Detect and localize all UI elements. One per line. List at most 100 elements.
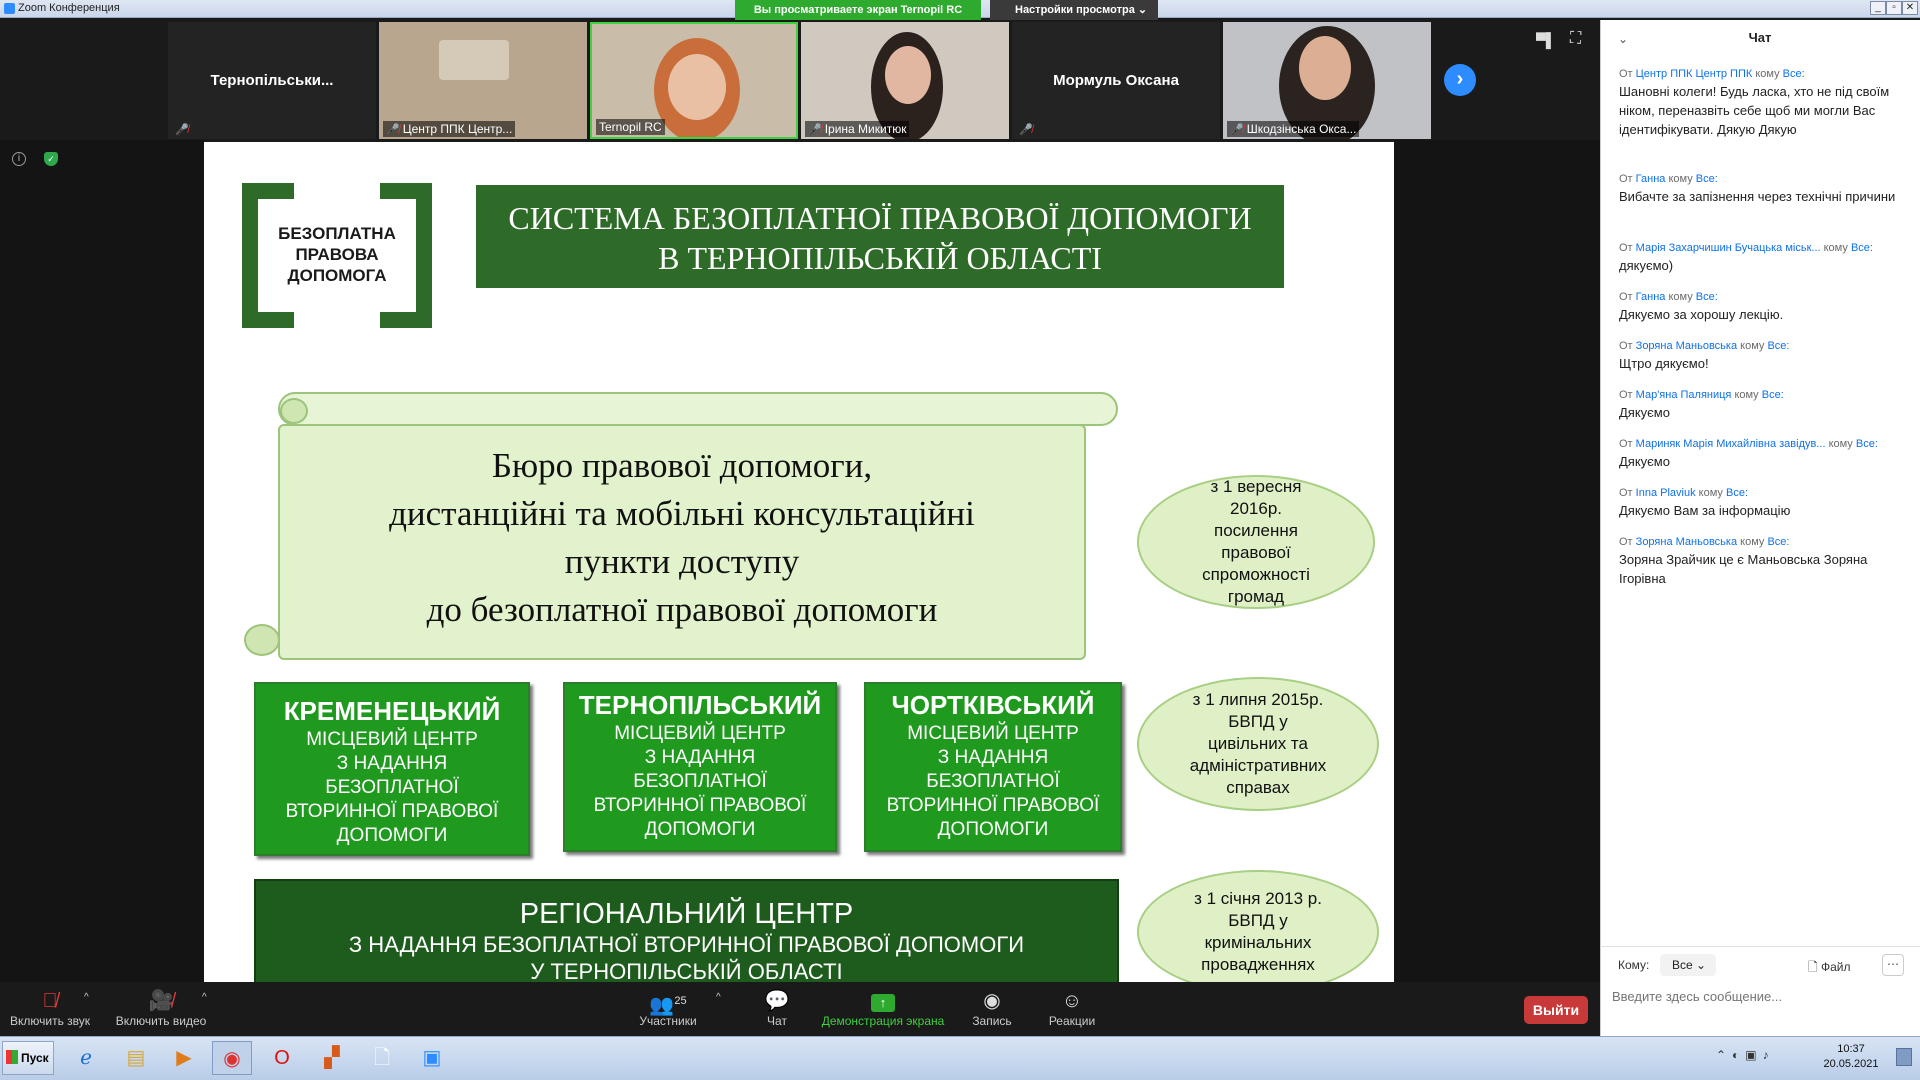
chevron-up-icon[interactable]: ^ xyxy=(84,992,89,1003)
close-button[interactable]: ✕ xyxy=(1902,1,1918,15)
scroll-text-line: Бюро правової допомоги, xyxy=(491,446,873,485)
slide-title-line: СИСТЕМА БЕЗОПЛАТНОЇ ПРАВОВОЇ ДОПОМОГИ xyxy=(508,200,1252,236)
participant-tile[interactable]: Мормуль Оксана 🎤̸ xyxy=(1012,22,1220,139)
chat-button[interactable]: 💬 Чат xyxy=(752,988,802,1028)
clock[interactable]: 10:37 20.05.2021 xyxy=(1816,1042,1886,1072)
window-title: Zoom Конференция xyxy=(18,2,120,14)
chevron-down-icon: ⌄ xyxy=(1696,958,1707,972)
chat-title: Чат xyxy=(1748,30,1772,45)
left-pane: i ✓ xyxy=(0,140,204,982)
slide-title: СИСТЕМА БЕЗОПЛАТНОЇ ПРАВОВОЇ ДОПОМОГИ В … xyxy=(476,185,1284,288)
chat-message: От Марія Захарчишин Бучацька міськ... ко… xyxy=(1619,242,1873,273)
chat-message: От Ганна кому Все: Вибачте за запізнення… xyxy=(1619,173,1896,204)
next-page-icon[interactable]: › xyxy=(1444,64,1476,96)
chat-icon: 💬 xyxy=(764,990,790,1012)
chat-message: От Мариняк Марія Михайлівна завідув... к… xyxy=(1619,438,1878,469)
chat-message: От Мар'яна Паляниця кому Все: Дякуємо xyxy=(1619,389,1784,420)
shield-icon[interactable]: ✓ xyxy=(44,152,58,166)
fullscreen-icon[interactable]: ⛶ xyxy=(1570,30,1581,48)
internet-explorer-icon[interactable]: ℯ xyxy=(66,1041,106,1075)
participant-name: Тернопільськи... xyxy=(210,72,334,89)
opera-icon[interactable]: O xyxy=(262,1041,302,1075)
scroll-text-line: пункти доступу xyxy=(564,542,800,581)
right-pane xyxy=(1394,140,1600,982)
explorer-folder-icon[interactable]: ▤ xyxy=(116,1041,156,1075)
participants-button[interactable]: 👥25 Участники xyxy=(632,988,704,1028)
participant-tile-active[interactable]: Ternopil RC xyxy=(590,22,798,139)
muted-mic-icon: 🎙̸ xyxy=(42,990,58,1012)
recipient-label: Кому: xyxy=(1618,958,1650,972)
date-oval: з 1 січня 2013 р. БВПД у кримінальних прова… xyxy=(1137,870,1379,994)
view-options-button[interactable]: Настройки просмотра ⌄ xyxy=(990,0,1158,20)
view-options-label: Настройки просмотра xyxy=(1015,4,1135,16)
maximize-button[interactable]: ▫ xyxy=(1886,1,1902,15)
muted-mic-icon: 🎤̸ xyxy=(1019,124,1033,136)
local-center-box: ТЕРНОПІЛЬСЬКИЙ МІСЦЕВИЙ ЦЕНТР З НАДАННЯ БЕ… xyxy=(563,682,837,852)
reactions-icon: ☺ xyxy=(1061,990,1083,1012)
info-icon[interactable]: i xyxy=(12,152,26,166)
app-icon[interactable]: ▞ xyxy=(312,1041,352,1075)
date-oval: з 1 вересня 2016р. посилення правової спромо… xyxy=(1137,475,1375,609)
layout-toggle-icon[interactable]: ▀▌ xyxy=(1536,32,1556,48)
chrome-icon[interactable]: ◉ xyxy=(212,1041,252,1075)
video-frame xyxy=(1299,36,1351,100)
chevron-up-icon[interactable]: ^ xyxy=(202,992,207,1003)
participant-tile[interactable]: 🎤̸ Ірина Микитюк xyxy=(801,22,1009,139)
file-button[interactable]: 🗋 Файл xyxy=(1808,958,1851,979)
muted-mic-icon: 🎤̸ xyxy=(175,124,189,136)
chevron-down-icon: ⌄ xyxy=(1137,4,1148,16)
chat-message: От Зоряна Маньовська кому Все: Зоряна Зр… xyxy=(1619,536,1868,586)
system-tray[interactable]: ⌃◐▣♪ xyxy=(1716,1048,1810,1068)
video-frame xyxy=(439,40,509,80)
regional-center-box: РЕГІОНАЛЬНИЙ ЦЕНТР З НАДАННЯ БЕЗОПЛАТНОЇ… xyxy=(254,879,1119,989)
share-banner: Вы просматриваете экран Ternopil RC xyxy=(735,0,981,20)
windows-logo-icon xyxy=(6,1050,18,1064)
scroll-text-line: дистанційні та мобільні консультаційні xyxy=(389,494,975,533)
date-oval: з 1 липня 2015р. БВПД у цивільних та адміні… xyxy=(1137,677,1379,811)
chat-message: От Центр ППК Центр ППК кому Все: Шановні… xyxy=(1619,68,1890,137)
share-screen-icon: ↑ xyxy=(871,994,895,1012)
chat-message: От Зоряна Маньовська кому Все: Щтро дяку… xyxy=(1619,340,1790,371)
chat-message: От Ганна кому Все: Дякуємо за хорошу лек… xyxy=(1619,291,1784,322)
record-button[interactable]: ◉ Запись xyxy=(964,988,1020,1028)
participant-tile[interactable]: 🎤̸ Шкодзінська Окса... xyxy=(1223,22,1431,139)
reactions-button[interactable]: ☺ Реакции xyxy=(1044,988,1100,1028)
local-center-box: КРЕМЕНЕЦЬКИЙ МІСЦЕВИЙ ЦЕНТР З НАДАННЯ БЕЗО… xyxy=(254,682,530,856)
video-button[interactable]: 🎥̸ Включить видео xyxy=(112,988,210,1028)
mute-button[interactable]: 🎙̸ Включить звук xyxy=(8,988,92,1028)
participant-name: Ternopil RC xyxy=(599,120,662,134)
participant-tile[interactable]: Тернопільськи... 🎤̸ xyxy=(168,22,376,139)
video-frame xyxy=(885,46,931,104)
recipient-select[interactable]: Все ⌄ xyxy=(1660,954,1716,976)
show-desktop-button[interactable] xyxy=(1896,1048,1912,1066)
share-screen-button[interactable]: ↑ Демонстрация экрана xyxy=(820,988,946,1028)
divider xyxy=(1600,946,1920,947)
video-frame xyxy=(668,54,726,120)
zoom-taskbar-icon[interactable]: ▣ xyxy=(412,1041,452,1075)
participant-name: Мормуль Оксана xyxy=(1053,72,1179,89)
file-icon: 🗋 xyxy=(1808,960,1818,974)
participant-name: Шкодзінська Окса... xyxy=(1246,122,1357,136)
leave-button[interactable]: Выйти xyxy=(1524,996,1588,1024)
media-player-icon[interactable]: ▶ xyxy=(164,1041,204,1075)
muted-mic-icon: 🎤̸ xyxy=(386,124,400,136)
chat-message-input[interactable] xyxy=(1612,984,1908,1008)
logo: БЕЗОПЛАТНА ПРАВОВА ДОПОМОГА xyxy=(242,183,432,328)
document-icon[interactable]: 🗋 xyxy=(362,1041,402,1075)
more-icon[interactable]: ⋯ xyxy=(1882,954,1904,976)
chevron-up-icon[interactable]: ^ xyxy=(716,992,721,1003)
muted-mic-icon: 🎤̸ xyxy=(808,124,822,136)
muted-mic-icon: 🎤̸ xyxy=(1230,124,1244,136)
local-center-box: ЧОРТКІВСЬКИЙ МІСЦЕВИЙ ЦЕНТР З НАДАННЯ БЕЗО… xyxy=(864,682,1122,852)
participant-tile[interactable]: 🎤̸ Центр ППК Центр... xyxy=(379,22,587,139)
participant-name: Центр ППК Центр... xyxy=(402,122,513,136)
zoom-logo-icon xyxy=(4,3,15,14)
scroll-banner: Бюро правової допомоги, дистанційні та м… xyxy=(244,392,1118,662)
participant-name: Ірина Микитюк xyxy=(824,122,907,136)
minimize-button[interactable]: _ xyxy=(1870,1,1886,15)
scroll-text-line: до безоплатної правової допомоги xyxy=(426,590,938,629)
record-icon: ◉ xyxy=(983,990,1001,1012)
video-off-icon: 🎥̸ xyxy=(148,990,174,1012)
slide-title-line: В ТЕРНОПІЛЬСЬКІЙ ОБЛАСТІ xyxy=(658,240,1102,276)
chat-message: От Inna Plaviuk кому Все: Дякуємо Вам за… xyxy=(1619,487,1791,518)
